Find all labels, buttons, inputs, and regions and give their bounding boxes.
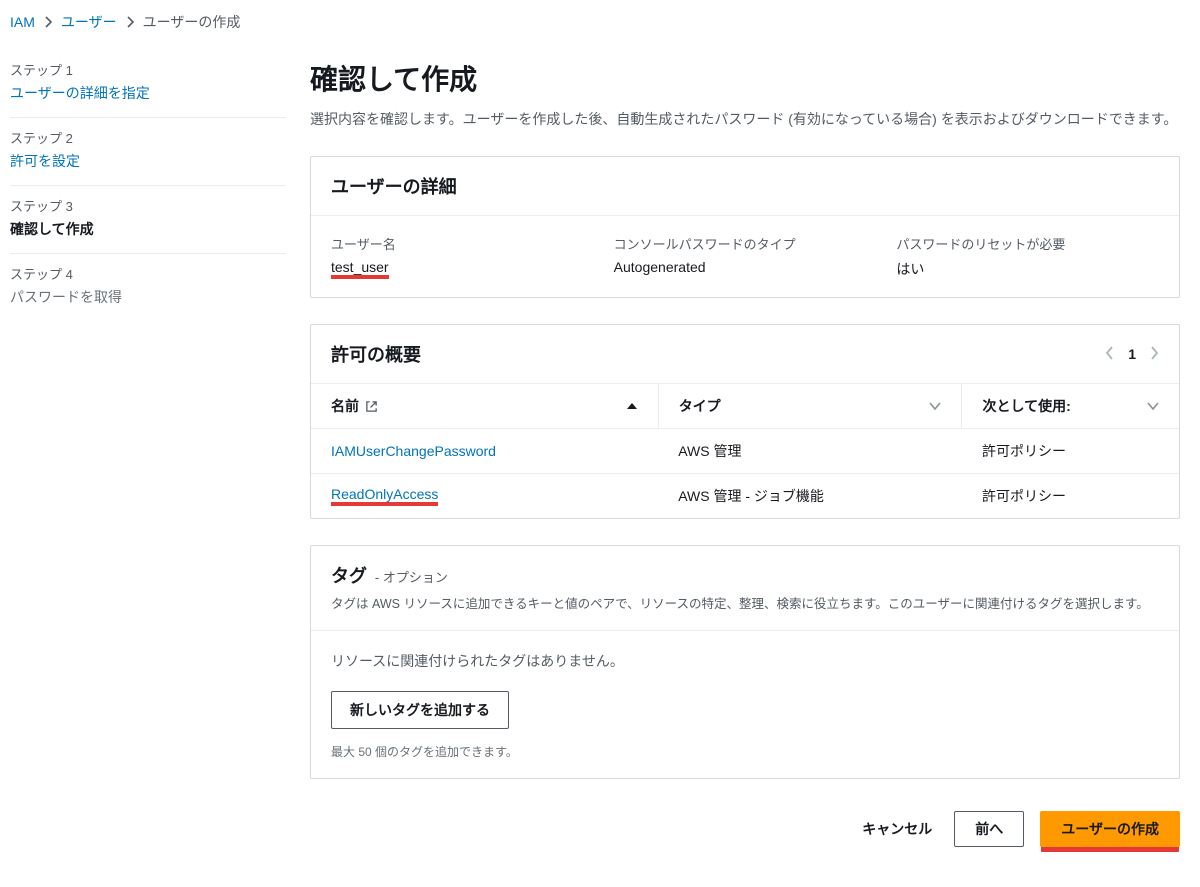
policy-type: AWS 管理 - ジョブ機能 xyxy=(658,474,962,519)
wizard-steps: ステップ 1 ユーザーの詳細を指定 ステップ 2 許可を設定 ステップ 3 確認… xyxy=(0,42,296,887)
cancel-button[interactable]: キャンセル xyxy=(856,811,938,847)
col-usedas-header[interactable]: 次として使用: xyxy=(982,396,1070,416)
tags-empty-message: リソースに関連付けられたタグはありません。 xyxy=(311,630,1179,691)
step-number: ステップ 4 xyxy=(10,264,286,283)
tags-hint: 最大 50 個のタグを追加できます。 xyxy=(311,739,1179,778)
chevron-right-icon xyxy=(43,16,53,28)
username-label: ユーザー名 xyxy=(331,234,594,253)
user-details-panel: ユーザーの詳細 ユーザー名 test_user コンソールパスワードのタイプ A… xyxy=(310,156,1180,298)
add-tag-button[interactable]: 新しいタグを追加する xyxy=(331,691,509,729)
policy-link[interactable]: IAMUserChangePassword xyxy=(331,443,496,459)
user-details-title: ユーザーの詳細 xyxy=(331,173,457,199)
policy-usedas: 許可ポリシー xyxy=(962,474,1179,519)
pager-prev-icon[interactable] xyxy=(1105,346,1114,363)
external-link-icon xyxy=(365,400,378,413)
step-disabled-retrieve-password: パスワードを取得 xyxy=(10,287,286,307)
policy-type: AWS 管理 xyxy=(658,429,962,474)
page-description: 選択内容を確認します。ユーザーを作成した後、自動生成されたパスワード (有効にな… xyxy=(310,108,1180,130)
reset-required-label: パスワードのリセットが必要 xyxy=(896,234,1159,253)
tags-subtitle: - オプション xyxy=(375,570,448,585)
page-title: 確認して作成 xyxy=(310,58,1180,98)
col-type-header[interactable]: タイプ xyxy=(679,396,721,416)
wizard-footer: キャンセル 前へ ユーザーの作成 xyxy=(310,805,1180,847)
sort-icon[interactable] xyxy=(929,401,941,411)
step-number: ステップ 2 xyxy=(10,128,286,147)
breadcrumb: IAM ユーザー ユーザーの作成 xyxy=(0,0,1200,42)
tags-title: タグ xyxy=(331,566,367,586)
password-type-label: コンソールパスワードのタイプ xyxy=(614,234,877,253)
reset-required-value: はい xyxy=(896,259,1159,279)
step-number: ステップ 1 xyxy=(10,60,286,79)
sort-icon[interactable] xyxy=(1147,401,1159,411)
pager-page-number: 1 xyxy=(1128,346,1136,362)
back-button[interactable]: 前へ xyxy=(954,811,1024,847)
chevron-right-icon xyxy=(125,16,135,28)
col-name-header[interactable]: 名前 xyxy=(331,396,359,416)
username-value: test_user xyxy=(331,259,389,279)
step-current-review: 確認して作成 xyxy=(10,219,286,239)
permissions-panel: 許可の概要 1 xyxy=(310,324,1180,519)
breadcrumb-iam[interactable]: IAM xyxy=(10,14,35,30)
create-user-button[interactable]: ユーザーの作成 xyxy=(1040,811,1180,847)
permissions-table: 名前 xyxy=(311,384,1179,518)
permissions-title: 許可の概要 xyxy=(331,341,421,367)
breadcrumb-current: ユーザーの作成 xyxy=(143,12,241,32)
tags-panel: タグ - オプション タグは AWS リソースに追加できるキーと値のペアで、リソ… xyxy=(310,545,1180,779)
table-row: IAMUserChangePassword AWS 管理 許可ポリシー xyxy=(311,429,1179,474)
step-link-user-details[interactable]: ユーザーの詳細を指定 xyxy=(10,83,286,103)
step-link-set-permissions[interactable]: 許可を設定 xyxy=(10,151,286,171)
policy-link[interactable]: ReadOnlyAccess xyxy=(331,486,438,506)
pager-next-icon[interactable] xyxy=(1150,346,1159,363)
tags-description: タグは AWS リソースに追加できるキーと値のペアで、リソースの特定、整理、検索… xyxy=(311,594,1179,630)
policy-usedas: 許可ポリシー xyxy=(962,429,1179,474)
password-type-value: Autogenerated xyxy=(614,259,877,275)
table-row: ReadOnlyAccess AWS 管理 - ジョブ機能 許可ポリシー xyxy=(311,474,1179,519)
sort-asc-icon[interactable] xyxy=(626,401,638,411)
permissions-pager: 1 xyxy=(1105,346,1159,363)
breadcrumb-users[interactable]: ユーザー xyxy=(61,12,117,32)
step-number: ステップ 3 xyxy=(10,196,286,215)
